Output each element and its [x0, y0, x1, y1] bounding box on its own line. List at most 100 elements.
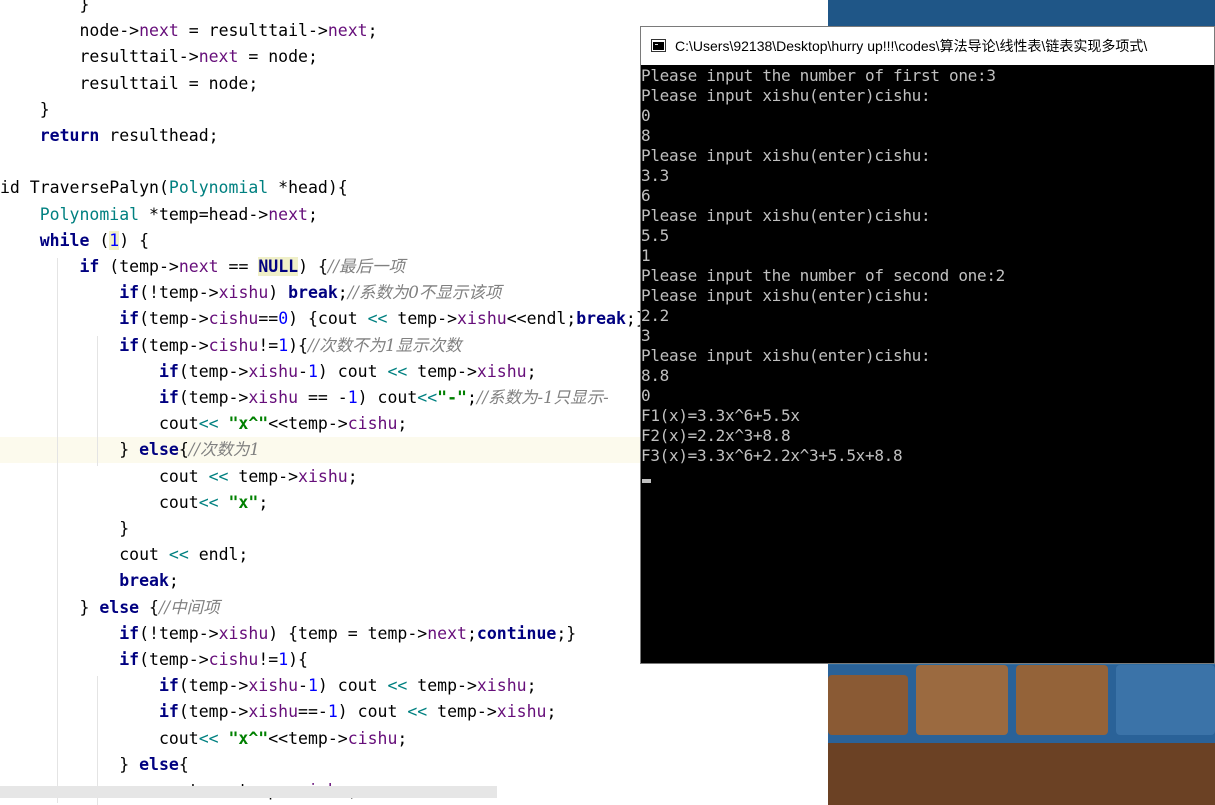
code-line[interactable]: if(temp->xishu == -1) cout<<"-";//系数为-1只… [0, 385, 609, 411]
console-line: F1(x)=3.3x^6+5.5x [641, 406, 800, 425]
code-token: //中间项 [158, 597, 220, 617]
code-line[interactable]: if(temp->xishu-1) cout << temp->xishu; [0, 359, 537, 385]
code-token: (temp-> [178, 676, 249, 696]
code-token: ( [89, 230, 110, 250]
code-token: ; [397, 414, 408, 434]
code-token: next [268, 204, 308, 224]
code-line[interactable]: if (temp->next == NULL) {//最后一项 [0, 254, 405, 280]
code-token: <<temp-> [268, 414, 348, 434]
code-line[interactable]: cout<< "x^"<<temp->cishu; [0, 726, 407, 752]
code-token: ) { [119, 230, 150, 250]
code-token: == [258, 309, 279, 329]
code-token: ) {cout [288, 309, 368, 329]
code-line[interactable]: if(!temp->xishu) {temp = temp->next;cont… [0, 621, 576, 647]
code-token: if [119, 309, 140, 329]
wallpaper-block [828, 743, 1215, 805]
code-token: (temp-> [99, 257, 179, 276]
code-line[interactable]: resulttail->next = node; [0, 44, 317, 70]
code-token: cout [0, 728, 199, 748]
code-token: resulthead; [99, 126, 219, 145]
console-line: 2.2 [641, 306, 669, 325]
code-token: { [139, 597, 159, 617]
code-token: //系数为0不显示该项 [347, 283, 502, 303]
code-token: temp-> [407, 676, 477, 696]
code-line[interactable]: } [0, 97, 50, 123]
code-line[interactable]: resulttail = node; [0, 71, 258, 97]
code-line[interactable]: } [0, 0, 89, 18]
code-line[interactable]: cout << temp->xishu; [0, 464, 358, 490]
console-app-icon [651, 39, 666, 52]
code-token: } [0, 99, 50, 119]
code-line[interactable]: cout << endl; [0, 542, 248, 568]
horizontal-scrollbar[interactable] [0, 786, 497, 798]
code-token: if [158, 361, 179, 381]
console-line: 6 [641, 186, 651, 205]
code-line[interactable]: while (1) { [0, 228, 149, 254]
code-line[interactable]: } [0, 516, 129, 542]
code-token: != [258, 650, 279, 669]
code-line[interactable]: if(temp->cishu==0) {cout << temp->xishu<… [0, 306, 661, 332]
code-line[interactable]: return resulthead; [0, 123, 219, 149]
console-line: Please input xishu(enter)cishu: [641, 206, 931, 225]
code-token: ) cout [317, 676, 388, 696]
code-line[interactable]: id TraversePalyn(Polynomial *head){ [0, 175, 348, 201]
code-token: cout [0, 414, 199, 434]
code-token: ;} [556, 623, 577, 643]
code-token: xishu [218, 623, 269, 643]
code-token: //系数为-1只显示- [476, 388, 609, 407]
code-token: node-> [0, 21, 140, 41]
console-window[interactable]: C:\Users\92138\Desktop\hurry up!!!\codes… [640, 26, 1215, 664]
code-token: if [119, 623, 140, 643]
code-token: 1 [278, 650, 289, 669]
code-token: if [158, 702, 179, 722]
code-token: //最后一项 [327, 257, 406, 276]
code-token: xishu [248, 388, 299, 407]
code-line[interactable]: Polynomial *temp=head->next; [0, 202, 318, 228]
text-cursor [642, 479, 651, 483]
console-output[interactable]: Please input the number of first one:3 Pl… [641, 65, 1214, 663]
code-line[interactable]: if(temp->xishu==-1) cout << temp->xishu; [0, 699, 556, 725]
code-token: "x^" [228, 414, 269, 434]
code-token: ; [466, 388, 477, 407]
code-token: ; [526, 361, 537, 381]
code-line[interactable]: node->next = resulttail->next; [0, 18, 377, 44]
code-token: ) [268, 283, 289, 303]
code-line[interactable]: cout<< "x^"<<temp->cishu; [0, 411, 407, 437]
code-line[interactable]: if(!temp->xishu) break;//系数为0不显示该项 [0, 280, 501, 306]
code-token: - [298, 361, 308, 381]
console-title-bar[interactable]: C:\Users\92138\Desktop\hurry up!!!\codes… [641, 27, 1214, 65]
code-token: cout [0, 466, 209, 486]
code-token: if [119, 283, 140, 303]
code-token: endl; [188, 545, 249, 565]
code-token: resulttail-> [0, 47, 199, 67]
code-line[interactable]: if(temp->xishu-1) cout << temp->xishu; [0, 673, 537, 699]
code-token: *head){ [268, 178, 348, 198]
code-line[interactable]: cout<< "x"; [0, 490, 268, 516]
code-line[interactable]: } else{//次数为1 [0, 437, 260, 463]
code-token: temp-> [427, 702, 497, 722]
code-line[interactable]: } else{ [0, 752, 189, 778]
console-line: 8.8 [641, 366, 669, 385]
code-token: 1 [327, 702, 338, 722]
code-token: ; [258, 492, 269, 512]
code-token: cishu [208, 650, 259, 669]
code-token: ){ [288, 650, 308, 669]
console-line: F3(x)=3.3x^6+2.2x^3+5.5x+8.8 [641, 446, 903, 465]
code-token: { [178, 440, 189, 460]
code-token: *temp=head-> [139, 204, 269, 224]
code-line[interactable]: break; [0, 568, 179, 594]
console-line: F2(x)=2.2x^3+8.8 [641, 426, 791, 445]
code-token: } [0, 440, 140, 460]
code-token: break [576, 309, 626, 329]
code-token: ; [168, 571, 179, 591]
code-line[interactable]: } else {//中间项 [0, 595, 220, 621]
code-token: xishu [248, 702, 299, 722]
code-line[interactable]: if(temp->cishu!=1){ [0, 647, 308, 673]
code-token: break [119, 571, 169, 591]
code-line[interactable]: if(temp->cishu!=1){//次数不为1显示次数 [0, 333, 461, 359]
code-token: if [119, 650, 140, 669]
